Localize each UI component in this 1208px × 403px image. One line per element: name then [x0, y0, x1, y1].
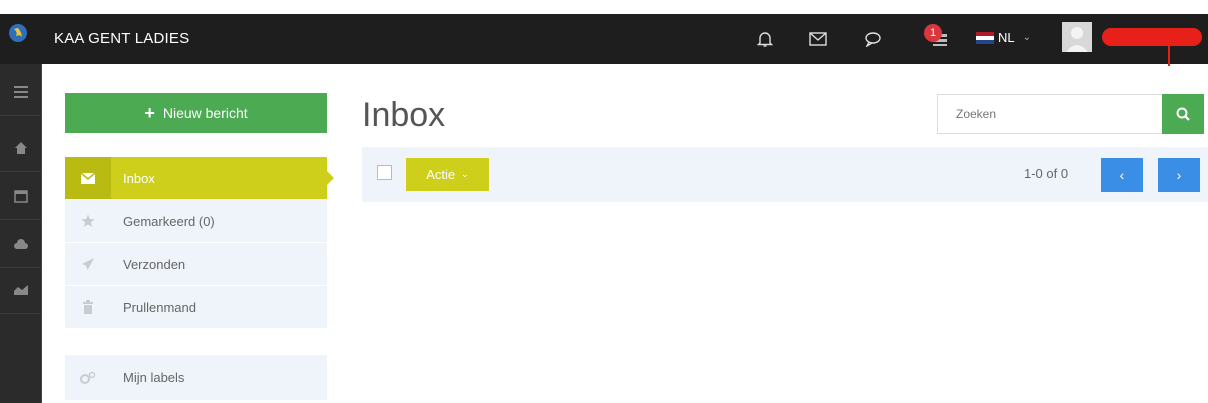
user-avatar[interactable]	[1062, 22, 1092, 52]
gears-icon	[65, 355, 111, 400]
globe-logo-icon[interactable]	[9, 24, 27, 42]
folder-label: Gemarkeerd (0)	[123, 213, 215, 229]
folder-trash[interactable]: Prullenmand	[65, 286, 327, 329]
next-page-button[interactable]: ›	[1158, 158, 1200, 192]
search-input[interactable]	[937, 94, 1163, 134]
mail-folder-nav: Inbox Gemarkeerd (0) Verzonden Prullenma…	[65, 157, 334, 329]
chevron-down-icon: ⌄	[461, 169, 469, 179]
page-title: Inbox	[362, 96, 446, 134]
bell-icon[interactable]	[754, 28, 776, 50]
folder-sent[interactable]: Verzonden	[65, 243, 327, 286]
area-chart-icon[interactable]	[0, 266, 42, 314]
pagination-count: 1-0 of 0	[1024, 166, 1069, 181]
language-label: NL	[998, 30, 1015, 45]
folder-label: Verzonden	[123, 256, 186, 272]
new-message-button[interactable]: + Nieuw bericht	[65, 93, 327, 133]
plus-icon: +	[144, 103, 155, 123]
paper-plane-icon	[65, 243, 111, 285]
folder-inbox[interactable]: Inbox	[65, 157, 334, 200]
envelope-icon	[65, 157, 111, 199]
notification-badge: 1	[924, 24, 942, 42]
star-icon	[65, 200, 111, 242]
action-dropdown[interactable]: Actie ⌄	[406, 158, 489, 191]
my-labels-label: Mijn labels	[123, 370, 185, 385]
new-message-label: Nieuw bericht	[162, 105, 248, 121]
previous-page-button[interactable]: ‹	[1101, 158, 1143, 192]
user-name-redacted[interactable]	[1102, 28, 1202, 46]
my-labels-item[interactable]: Mijn labels	[65, 355, 327, 400]
top-gap	[0, 0, 1208, 14]
select-all-checkbox[interactable]	[377, 165, 392, 180]
folder-starred[interactable]: Gemarkeerd (0)	[65, 200, 327, 243]
action-label: Actie	[426, 167, 456, 182]
folder-label: Inbox	[123, 170, 155, 186]
folder-label: Prullenmand	[123, 299, 196, 315]
chat-icon[interactable]	[862, 28, 884, 50]
search-button[interactable]	[1162, 94, 1204, 134]
chevron-left-icon: ‹	[1119, 167, 1125, 183]
chevron-right-icon: ›	[1176, 167, 1182, 183]
search-icon	[1176, 107, 1190, 121]
cloud-icon[interactable]	[0, 220, 42, 268]
trash-icon	[65, 286, 111, 328]
brand-title[interactable]: KAA GENT LADIES	[54, 30, 189, 47]
netherlands-flag-icon	[976, 31, 994, 44]
mail-icon[interactable]	[807, 28, 829, 50]
redaction-mark	[1168, 46, 1170, 66]
menu-icon[interactable]	[0, 68, 42, 116]
calendar-icon[interactable]	[0, 172, 42, 220]
home-icon[interactable]	[0, 124, 42, 172]
chevron-down-icon: ⌄	[1022, 32, 1032, 43]
language-selector[interactable]: NL ⌄	[976, 30, 1031, 45]
